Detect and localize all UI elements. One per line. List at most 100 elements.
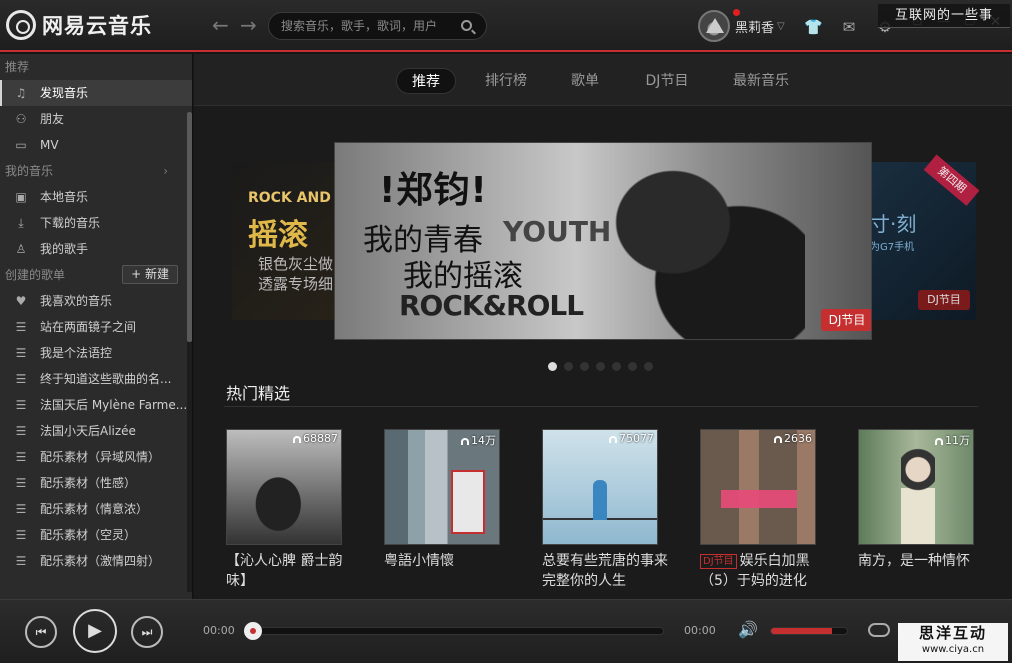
tab-dj[interactable]: DJ节目 — [630, 68, 704, 94]
sidebar-item[interactable]: ▣ 本地音乐 — [0, 184, 192, 210]
search-input[interactable] — [281, 13, 461, 39]
play-button[interactable]: ▶ — [73, 609, 117, 653]
netease-logo-icon — [6, 10, 36, 40]
playlist-title-text: 总要有些荒唐的事来完整你的人生 — [542, 553, 668, 589]
playlist-cover[interactable]: 2636 — [700, 429, 816, 545]
sidebar-item-icon: ☰ — [15, 502, 27, 516]
playlist-cover[interactable]: 11万 — [858, 429, 974, 545]
sidebar-item[interactable]: ☰ 我是个法语控 — [0, 340, 192, 366]
sidebar-item[interactable]: ♫ 发现音乐 — [0, 80, 192, 106]
sidebar-item[interactable]: ☰ 配乐素材（异域风情） — [0, 444, 192, 470]
sidebar-item[interactable]: ☰ 站在两面镜子之间 — [0, 314, 192, 340]
playlist-cover[interactable]: 14万 — [384, 429, 500, 545]
banner-pager-dot[interactable] — [628, 362, 637, 371]
mail-icon[interactable]: ✉ — [840, 18, 858, 36]
chevron-right-icon[interactable]: › — [163, 158, 168, 184]
banner-pager-dot[interactable] — [564, 362, 573, 371]
sidebar-scrollbar[interactable] — [187, 112, 192, 592]
sidebar-item[interactable]: ☰ 终于知道这些歌曲的名... — [0, 366, 192, 392]
banner-pager-dot[interactable] — [580, 362, 589, 371]
sidebar-item[interactable]: ☰ 法国小天后Alizée — [0, 418, 192, 444]
sidebar-item[interactable]: ☰ 配乐素材（性感） — [0, 470, 192, 496]
total-time: 00:00 — [684, 624, 716, 637]
sidebar-item[interactable]: ☰ 配乐素材（激情四射） — [0, 548, 192, 574]
sidebar-section-my-music[interactable]: 我的音乐 › — [0, 158, 192, 184]
sidebar-item-icon: ☰ — [15, 476, 27, 490]
sidebar-item[interactable]: ▭ MV — [0, 132, 192, 158]
banner-pager-dot[interactable] — [548, 362, 557, 371]
playlist-card[interactable]: 11万 南方，是一种情怀 — [858, 429, 976, 571]
tab-playlists[interactable]: 歌单 — [556, 68, 614, 94]
watermark-top: 互联网的一些事 — [878, 4, 1010, 28]
player-bar: ⏮ ▶ ⏭ 00:00 00:00 🔊 思洋互动 www.ciya.cn — [0, 599, 1012, 663]
sidebar-item-label: 朋友 — [40, 112, 65, 126]
sidebar-item-icon: ☰ — [15, 554, 27, 568]
sidebar-item-icon: ▣ — [15, 190, 27, 204]
skin-shirt-icon[interactable]: 👕 — [804, 18, 823, 36]
back-arrow-icon[interactable]: ← — [212, 14, 230, 36]
watermark-bottom: 思洋互动 www.ciya.cn — [898, 623, 1008, 661]
next-button[interactable]: ⏭ — [131, 616, 163, 648]
sidebar-item-label: 配乐素材（情意浓） — [40, 502, 149, 516]
sidebar-item[interactable]: ⤓ 下载的音乐 — [0, 210, 192, 236]
banner-right-corner: 第四期 — [923, 154, 980, 206]
volume-icon[interactable]: 🔊 — [738, 620, 758, 639]
sidebar-item-label: 我喜欢的音乐 — [40, 294, 113, 308]
tab-charts[interactable]: 排行榜 — [472, 68, 540, 94]
banner-pager-dot[interactable] — [596, 362, 605, 371]
sidebar-item-label: 我是个法语控 — [40, 346, 113, 360]
headphone-icon — [293, 436, 301, 443]
username[interactable]: 黑莉香 — [735, 17, 774, 36]
sidebar-item[interactable]: ☰ 配乐素材（情意浓） — [0, 496, 192, 522]
playlist-title[interactable]: 南方，是一种情怀 — [858, 551, 986, 571]
volume-slider[interactable] — [770, 627, 848, 635]
sidebar-item[interactable]: ☰ 配乐素材（空灵） — [0, 522, 192, 548]
tab-new-music[interactable]: 最新音乐 — [720, 68, 802, 94]
play-count-value: 14万 — [471, 434, 496, 447]
sidebar-item[interactable]: ♙ 我的歌手 — [0, 236, 192, 262]
sidebar-item-label: 终于知道这些歌曲的名... — [40, 372, 172, 386]
avatar[interactable] — [698, 10, 730, 42]
new-playlist-button[interactable]: + 新建 — [122, 265, 178, 284]
playlist-card[interactable]: 68887 【沁人心脾 爵士韵味】 — [226, 429, 344, 591]
playlist-card[interactable]: 75077 总要有些荒唐的事来完整你的人生 — [542, 429, 668, 591]
search-icon[interactable] — [461, 20, 472, 31]
banner-pager-dot[interactable] — [644, 362, 653, 371]
notification-dot — [733, 9, 740, 16]
play-count-value: 75077 — [619, 432, 654, 445]
playlist-title[interactable]: DJ节目 娱乐白加黑（5）于妈的进化 — [700, 551, 828, 591]
playlist-cover[interactable]: 75077 — [542, 429, 658, 545]
loop-mode-icon[interactable] — [868, 623, 890, 637]
playlist-cover[interactable]: 68887 — [226, 429, 342, 545]
progress-knob[interactable] — [244, 622, 262, 640]
sidebar-item-icon: ♙ — [15, 242, 27, 256]
chevron-down-icon[interactable]: ▽ — [777, 21, 785, 32]
sidebar-item-icon: ☰ — [15, 450, 27, 464]
banner-right-title: 寸·刻 — [870, 212, 917, 236]
playlist-card[interactable]: 2636 DJ节目 娱乐白加黑（5）于妈的进化 — [700, 429, 818, 591]
playlist-title[interactable]: 粤語小情懷 — [384, 551, 512, 571]
playlist-card[interactable]: 14万 粤語小情懷 — [384, 429, 502, 571]
sidebar-item[interactable]: ⚇ 朋友 — [0, 106, 192, 132]
playlist-title-text: 【沁人心脾 爵士韵味】 — [226, 553, 343, 589]
previous-button[interactable]: ⏮ — [25, 616, 57, 648]
sidebar-section-label: 创建的歌单 — [5, 268, 66, 282]
user-menu[interactable]: 黑莉香 ▽ — [698, 10, 785, 42]
banner-main[interactable]: !郑钧! 我的青春 YOUTH 我的摇滚 ROCK&ROLL DJ节目 — [334, 142, 872, 340]
banner-artist-image — [585, 143, 805, 339]
progress-bar[interactable] — [244, 622, 664, 640]
app-logo[interactable]: 网易云音乐 — [6, 10, 152, 40]
sidebar-scroll-thumb[interactable] — [187, 112, 192, 342]
forward-arrow-icon[interactable]: → — [240, 14, 258, 36]
sidebar-item[interactable]: ☰ 法国天后 Mylène Farme... — [0, 392, 192, 418]
playlist-title[interactable]: 总要有些荒唐的事来完整你的人生 — [542, 551, 670, 591]
main-content: 推荐 排行榜 歌单 DJ节目 最新音乐 ROCK AND ROLL 摇滚 银色灰… — [194, 54, 1012, 599]
volume-level — [771, 628, 832, 634]
banner-left-text: 银色灰尘做 透露专场细 — [258, 255, 334, 293]
sidebar-item[interactable]: ♥ 我喜欢的音乐 — [0, 288, 192, 314]
banner-right-subtitle: 为G7手机 — [870, 242, 915, 253]
sidebar-item-icon: ☰ — [15, 398, 27, 412]
playlist-title[interactable]: 【沁人心脾 爵士韵味】 — [226, 551, 354, 591]
banner-pager-dot[interactable] — [612, 362, 621, 371]
tab-recommend[interactable]: 推荐 — [396, 68, 456, 94]
